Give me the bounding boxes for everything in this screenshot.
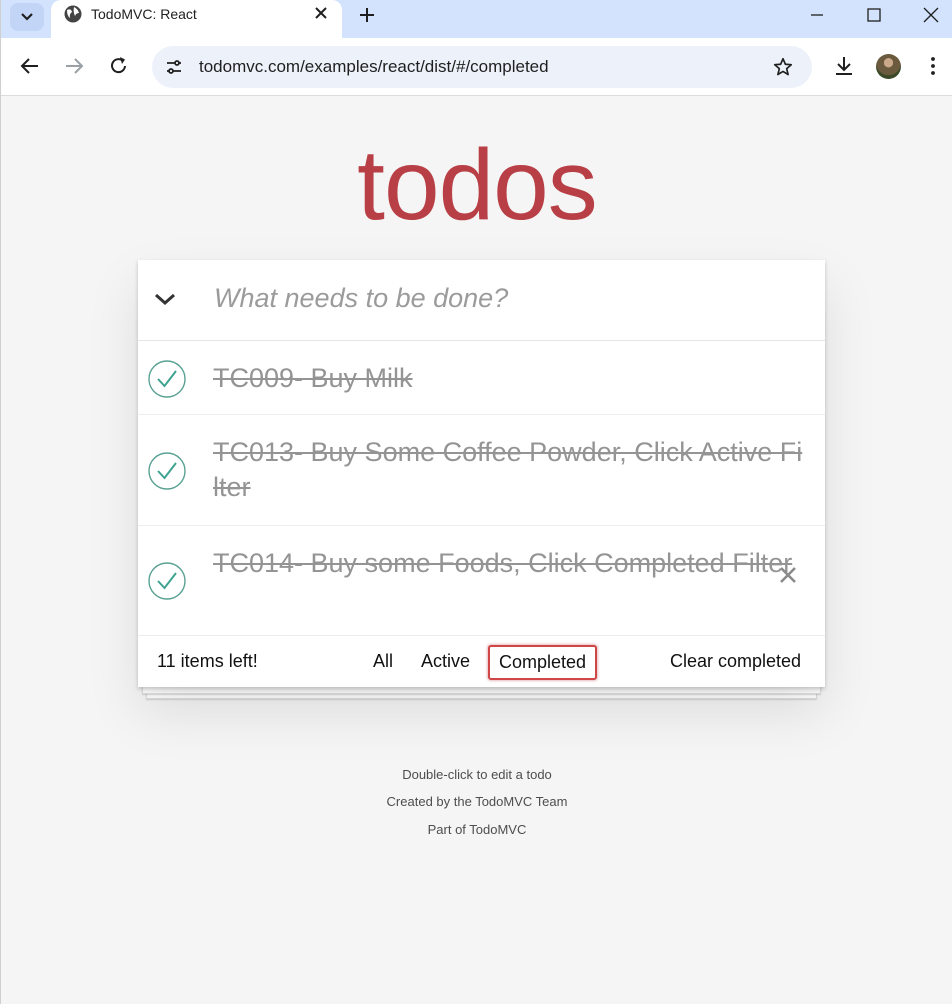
close-window-icon[interactable] xyxy=(921,5,941,25)
edit-hint: Double-click to edit a todo xyxy=(402,767,552,782)
checked-circle-icon[interactable] xyxy=(147,451,187,491)
profile-avatar[interactable] xyxy=(876,54,901,79)
checked-circle-icon[interactable] xyxy=(147,561,187,601)
stack-shadow-1 xyxy=(142,686,821,694)
todo-label: TC009- Buy Milk xyxy=(213,363,413,393)
tab-search-button[interactable] xyxy=(10,3,44,31)
reload-icon[interactable] xyxy=(108,55,130,77)
todo-label: TC014- Buy some Foods, Click Completed F… xyxy=(213,548,793,578)
new-todo-row: What needs to be done? xyxy=(138,260,825,341)
chevron-down-icon xyxy=(21,13,33,21)
toggle-all-chevron-icon[interactable] xyxy=(153,291,177,307)
download-icon[interactable] xyxy=(832,54,856,78)
delete-x-icon[interactable] xyxy=(778,565,798,585)
checked-circle-icon[interactable] xyxy=(147,359,187,399)
clear-completed-button[interactable]: Clear completed xyxy=(670,651,801,672)
part-of-link[interactable]: Part of TodoMVC xyxy=(1,822,952,837)
todo-item[interactable]: TC013- Buy Some Coffee Powder, Click Act… xyxy=(138,415,825,526)
todo-item[interactable]: TC009- Buy Milk xyxy=(138,341,825,415)
minimize-icon[interactable] xyxy=(807,5,827,25)
site-info-icon[interactable] xyxy=(164,57,184,77)
filter-completed[interactable]: Completed xyxy=(488,645,598,680)
globe-icon xyxy=(64,5,82,23)
filter-active[interactable]: Active xyxy=(421,651,470,672)
page-title: todos xyxy=(357,129,598,241)
bookmark-star-icon[interactable] xyxy=(772,56,794,78)
address-bar[interactable]: todomvc.com/examples/react/dist/#/comple… xyxy=(152,46,812,88)
close-tab-icon[interactable] xyxy=(313,5,329,21)
browser-toolbar: todomvc.com/examples/react/dist/#/comple… xyxy=(1,38,952,96)
todo-item[interactable]: TC014- Buy some Foods, Click Completed F… xyxy=(138,526,825,636)
todo-footer: 11 items left! All Active Completed Clea… xyxy=(138,636,825,687)
tab-title: TodoMVC: React xyxy=(91,6,197,22)
new-tab-icon[interactable] xyxy=(356,4,378,26)
created-by-credit: Created by the TodoMVC Team xyxy=(386,794,568,809)
todo-label: TC013- Buy Some Coffee Powder, Click Act… xyxy=(213,437,803,502)
filter-all[interactable]: All xyxy=(373,651,393,672)
maximize-icon[interactable] xyxy=(864,5,884,25)
items-left-count: 11 items left! xyxy=(157,651,258,671)
forward-arrow-icon[interactable] xyxy=(63,55,85,77)
todo-app: What needs to be done? TC009- Buy Milk T… xyxy=(138,260,825,687)
new-todo-input[interactable]: What needs to be done? xyxy=(214,283,508,314)
more-menu-icon[interactable] xyxy=(921,54,945,78)
back-arrow-icon[interactable] xyxy=(19,55,41,77)
url-text: todomvc.com/examples/react/dist/#/comple… xyxy=(199,57,549,76)
active-tab[interactable]: TodoMVC: React xyxy=(51,0,342,38)
tab-strip: TodoMVC: React xyxy=(1,0,952,38)
